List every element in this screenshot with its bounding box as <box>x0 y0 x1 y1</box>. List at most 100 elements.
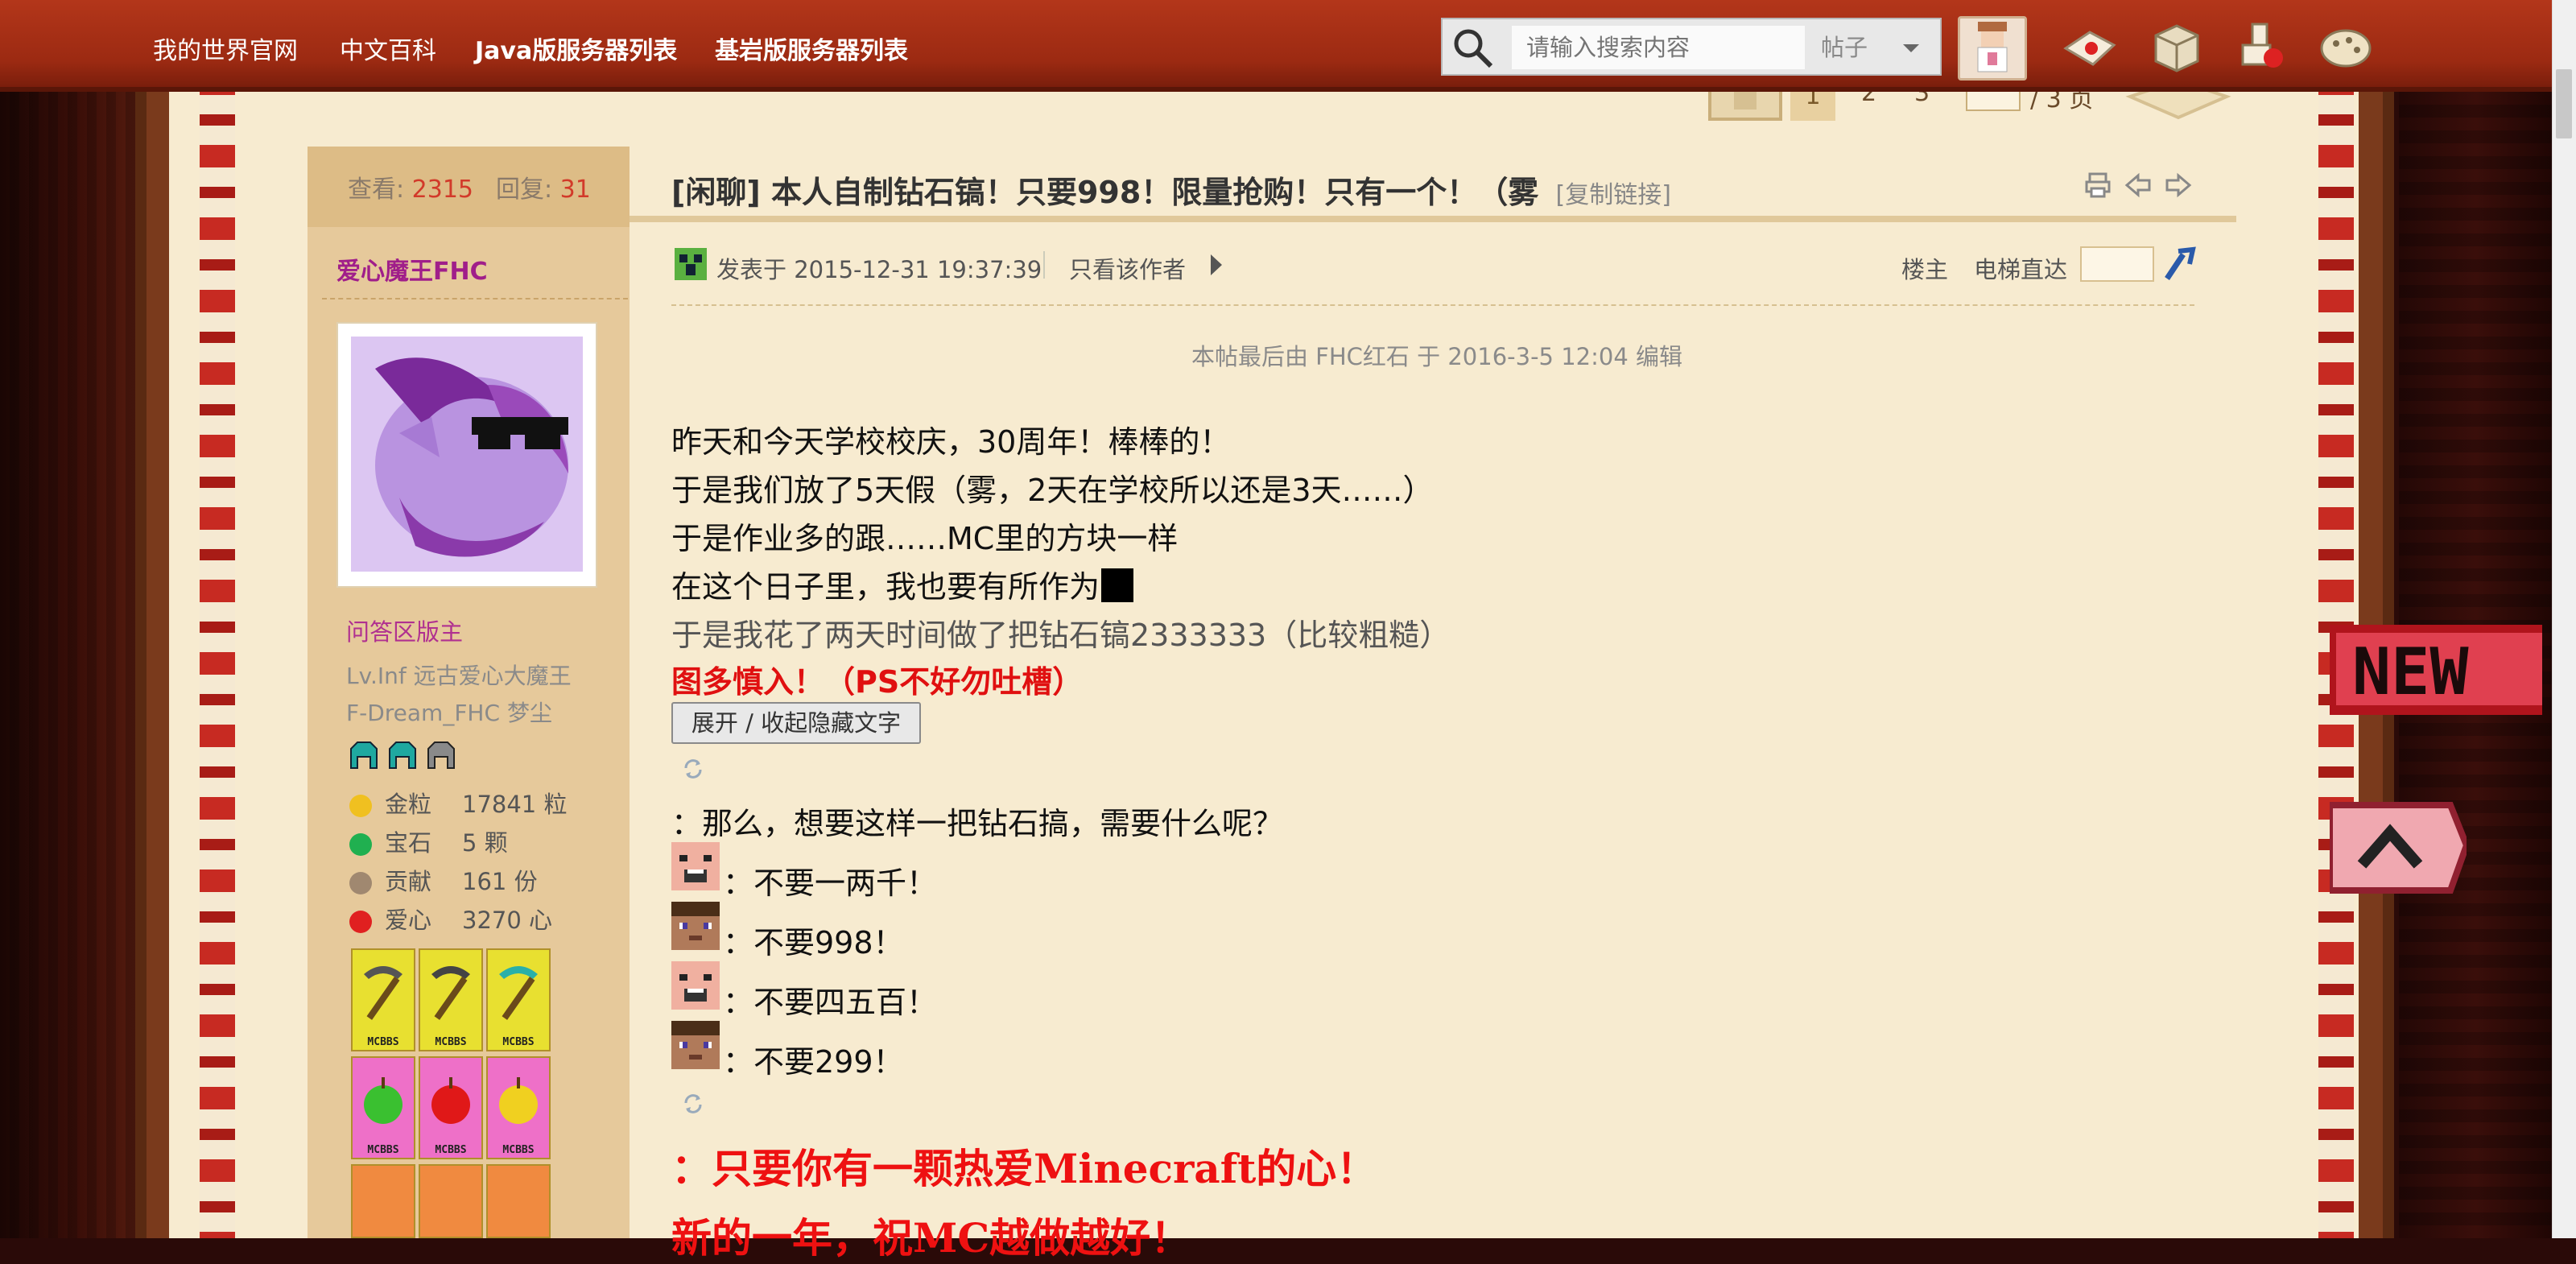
views-label: 查看: <box>348 176 405 204</box>
badge-plant[interactable] <box>351 1164 415 1238</box>
user-avatar-button[interactable] <box>1958 16 2027 81</box>
author-subtitle: F-Dream_FHC 梦尘 <box>346 700 552 726</box>
page-scrollbar[interactable] <box>2552 0 2576 1238</box>
post-finale: ：只要你有一颗热爱Minecraft的心！ <box>671 1145 1377 1192</box>
badge-golden-apple[interactable]: MCBBS <box>486 1056 551 1159</box>
chevron-down-icon <box>1903 44 1919 52</box>
badge-red-apple[interactable]: MCBBS <box>419 1056 483 1159</box>
replies-label: 回复: <box>496 176 553 204</box>
apple-icon <box>349 911 372 933</box>
dialog-line: ：不要一两千！ <box>723 865 938 901</box>
credit-label: 贡献 <box>385 868 432 895</box>
credit-label: 爱心 <box>385 907 432 934</box>
go-icon[interactable] <box>2162 246 2196 282</box>
scrollbar-thumb[interactable] <box>2556 69 2572 138</box>
shouting-face-icon <box>671 842 720 890</box>
credit-label: 金粒 <box>385 791 432 818</box>
badge-label: MCBBS <box>502 1036 535 1048</box>
pickaxe-icon <box>364 966 402 1020</box>
post-line: 在这个日子里，我也要有所作为 <box>671 562 1134 606</box>
credit-label: 宝石 <box>385 829 432 857</box>
author-group[interactable]: 问答区版主 <box>346 613 463 647</box>
potion-icon[interactable] <box>2231 21 2289 74</box>
post-line: 于是作业多的跟……MC里的方块一样 <box>671 521 1179 556</box>
diamond-helmet-icon <box>389 741 416 769</box>
badge-gold-pickaxe[interactable]: MCBBS <box>419 948 483 1051</box>
credit-contribution: 贡献 161 份 <box>349 863 538 897</box>
blackout-box <box>1101 568 1134 602</box>
replies-count: 31 <box>559 176 591 204</box>
top-nav: 我的世界官网 中文百科 Java版服务器列表 基岩版服务器列表 帖子 <box>0 0 2552 92</box>
search-type-select[interactable]: 帖子 <box>1813 26 1934 69</box>
steve-face-icon <box>671 902 720 950</box>
decor-rope-left <box>200 72 235 1238</box>
copy-link-button[interactable]: [复制链接] <box>1556 181 1671 209</box>
emerald-icon <box>349 833 372 856</box>
cobblestone-icon <box>349 872 372 894</box>
diamond-helmet-icon <box>350 741 378 769</box>
divider <box>322 298 628 299</box>
credit-gem: 宝石 5 颗 <box>349 824 508 858</box>
search-input[interactable] <box>1512 26 1805 69</box>
search-bar: 帖子 <box>1441 18 1942 76</box>
creeper-icon <box>675 248 707 280</box>
views-stat: 查看: 2315 <box>348 169 473 204</box>
search-icon[interactable] <box>1451 26 1496 69</box>
badge-label: MCBBS <box>502 1144 535 1156</box>
previous-thread-icon[interactable] <box>2124 171 2153 200</box>
palette-icon[interactable] <box>2317 21 2375 74</box>
new-label: NEW <box>2352 634 2469 709</box>
refresh-icon <box>684 1094 702 1113</box>
nav-link-bedrock-servers[interactable]: 基岩版服务器列表 <box>715 31 908 66</box>
next-thread-icon[interactable] <box>2164 171 2193 200</box>
post-timestamp: 发表于 2015-12-31 19:37:39 <box>716 256 1042 283</box>
badge-label: MCBBS <box>367 1144 399 1156</box>
views-count: 2315 <box>411 176 474 204</box>
refresh-icon <box>684 759 702 779</box>
author-name[interactable]: 爱心魔王FHC <box>336 251 488 287</box>
floor-jump-input[interactable] <box>2080 246 2154 282</box>
credit-value: 161 份 <box>462 868 538 895</box>
post-question: ：那么，想要这样一把钻石搞，需要什么呢？ <box>671 806 1284 841</box>
nav-link-official-site[interactable]: 我的世界官网 <box>153 31 298 66</box>
badge-iron-pickaxe[interactable]: MCBBS <box>351 948 415 1051</box>
badge-plant[interactable] <box>419 1164 483 1238</box>
shouting-face-icon <box>671 961 720 1010</box>
only-author-link[interactable]: 只看该作者 <box>1069 251 1186 285</box>
dialog-line: ：不要998！ <box>723 925 904 960</box>
post-line: 于是我们放了5天假（雾，2天在学校所以还是3天……） <box>671 473 1434 508</box>
golden-apple-icon <box>499 1077 538 1124</box>
new-posts-widget[interactable]: NEW <box>2330 622 2542 718</box>
badge-green-apple[interactable]: MCBBS <box>351 1056 415 1159</box>
credit-gold: 金粒 17841 粒 <box>349 786 567 820</box>
title-divider <box>630 216 2236 222</box>
dialog-line: ：不要四五百！ <box>723 985 938 1020</box>
elevator-label: 电梯直达 <box>1974 256 2068 283</box>
dialog-line: ：不要299！ <box>723 1044 904 1080</box>
post-finale: 新的一年，祝MC越做越好！ <box>671 1214 1191 1262</box>
badge-diamond-pickaxe[interactable]: MCBBS <box>486 948 551 1051</box>
thread-title-text: [闲聊] 本人自制钻石镐！只要998！限量抢购！只有一个！（雾 <box>671 175 1539 210</box>
nav-link-java-servers[interactable]: Java版服务器列表 <box>475 31 677 66</box>
gold-nugget-icon <box>349 795 372 817</box>
credit-heart: 爱心 3270 心 <box>349 902 552 936</box>
credit-value: 3270 心 <box>462 907 553 934</box>
print-icon[interactable] <box>2083 171 2112 200</box>
edit-note: 本帖最后由 FHC红石 于 2016-3-5 12:04 编辑 <box>1191 343 1683 370</box>
nav-link-wiki[interactable]: 中文百科 <box>340 31 436 66</box>
divider <box>671 304 2194 306</box>
badge-berries[interactable] <box>486 1164 551 1238</box>
pickaxe-icon <box>431 966 470 1020</box>
floor-label: 楼主 <box>1901 256 1949 283</box>
back-to-top-button[interactable] <box>2326 797 2471 898</box>
toggle-hidden-text-button[interactable]: 展开 / 收起隐藏文字 <box>671 702 921 744</box>
post-line: 于是我花了两天时间做了把钻石镐2333333（比较粗糙） <box>671 618 1451 653</box>
credit-value: 5 颗 <box>462 829 508 857</box>
chevron-right-icon[interactable] <box>1209 253 1224 277</box>
crafting-table-icon[interactable] <box>2148 21 2206 74</box>
author-title: Lv.Inf 远古爱心大魔王 <box>346 663 572 689</box>
diamond-pickaxe-icon <box>499 966 538 1020</box>
message-icon[interactable] <box>2061 21 2119 74</box>
iron-helmet-icon <box>427 741 455 769</box>
post-line: 昨天和今天学校校庆，30周年！棒棒的！ <box>671 424 1231 460</box>
